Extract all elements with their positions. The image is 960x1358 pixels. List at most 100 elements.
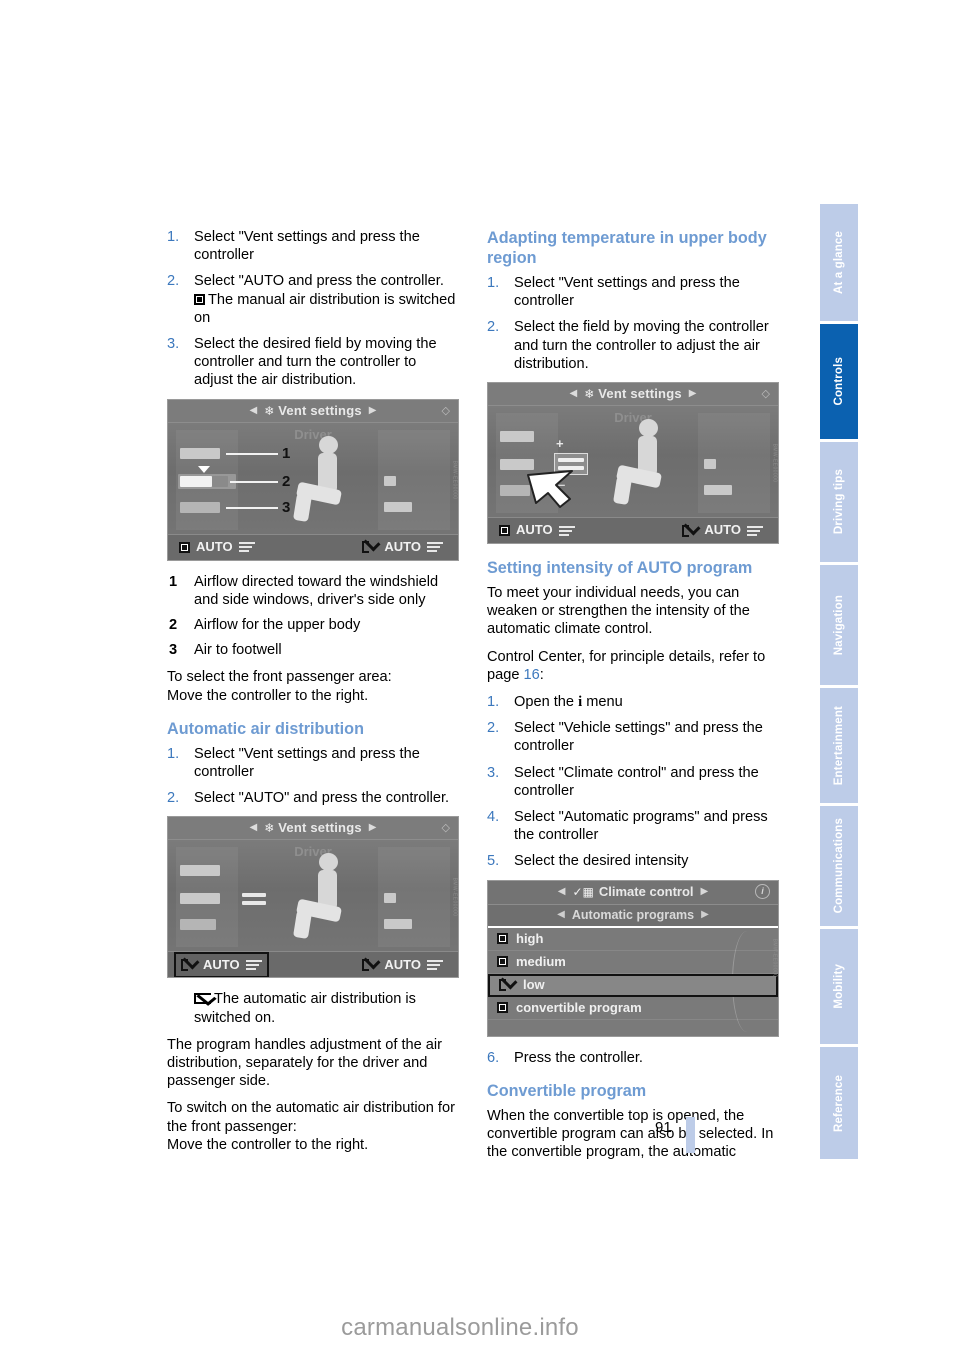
list-item: 2. Select "AUTO and press the controller… — [167, 272, 459, 327]
sidebar-item-entertainment[interactable]: Entertainment — [820, 688, 858, 806]
sidebar-item-driving-tips[interactable]: Driving tips — [820, 442, 858, 565]
checkbox-checked-icon — [499, 979, 515, 992]
heading-adapting-temperature: Adapting temperature in upper body regio… — [487, 229, 767, 267]
paragraph-convertible: When the convertible top is opened, the … — [487, 1107, 774, 1161]
passenger-bar-2 — [384, 501, 412, 512]
legend-text: Airflow for the upper body — [194, 617, 361, 634]
seat-graphic — [292, 435, 363, 528]
step-number: 3. — [487, 764, 500, 781]
subheader-title: Automatic programs — [571, 908, 695, 923]
heading-setting-intensity: Setting intensity of AUTO program — [487, 559, 753, 578]
menu-item-low[interactable]: low — [488, 973, 778, 997]
menu-item-high[interactable]: high — [488, 928, 778, 951]
left-arrow-icon: ◀ — [249, 404, 258, 416]
climate-header: ◀ ✓▦ Climate control ▶ i — [488, 880, 778, 905]
display-climate-control-menu: ◀ ✓▦ Climate control ▶ i ◀ Automatic pro… — [487, 879, 779, 1037]
callout-line-3 — [226, 506, 278, 509]
callout-line-1 — [226, 452, 278, 455]
airflow-legend: 1 Airflow directed toward the windshield… — [167, 573, 459, 660]
seat-graphic — [292, 853, 363, 945]
fan-icon: ❄ — [264, 403, 275, 418]
auto-toggle-passenger[interactable]: AUTO — [357, 954, 448, 976]
distribution-lines-icon — [245, 959, 262, 970]
step-text: Press the controller. — [514, 1049, 643, 1066]
list-item: 1 Airflow directed toward the windshield… — [167, 573, 459, 609]
sidebar-item-navigation[interactable]: Navigation — [820, 565, 858, 688]
step-number: 2. — [167, 273, 180, 290]
list-item: 1. Select "Vent settings and press the c… — [167, 228, 459, 264]
auto-toggle-driver[interactable]: AUTO — [494, 519, 580, 541]
sidebar-item-reference[interactable]: Reference — [820, 1047, 858, 1159]
auto-label: AUTO — [196, 539, 233, 555]
step-number: 1. — [167, 229, 180, 245]
page-number: 91 — [655, 1119, 672, 1136]
vent-bar-1 — [180, 865, 220, 877]
steps-automatic-air-distribution: 1. Select "Vent settings and press the c… — [167, 745, 459, 808]
step-text: Select "Vent settings and press the cont… — [194, 229, 420, 264]
step-text: Select the field by moving the controlle… — [514, 319, 769, 372]
left-arrow-icon: ◀ — [249, 822, 258, 834]
tab-label: Communications — [833, 818, 845, 914]
checkbox-empty-icon — [497, 956, 508, 968]
distribution-lines-icon — [558, 525, 575, 536]
plus-label: + — [556, 436, 564, 452]
legend-number: 2 — [169, 617, 178, 634]
list-item: 5. Select the desired intensity — [487, 852, 779, 870]
auto-toggle-passenger[interactable]: AUTO — [677, 519, 768, 541]
step-text: Select the desired field by moving the c… — [194, 336, 437, 389]
page-number-marker — [686, 1117, 695, 1153]
screen-titlebar: ◀ ❄ Vent settings ▶ ◇ — [488, 383, 778, 407]
equal-line-top — [242, 893, 266, 898]
left-arrow-icon: ◀ — [557, 886, 566, 898]
steps-intensity: 1. Open the i menu 2. Select "Vehicle se… — [487, 693, 779, 871]
vent-bar-2 — [180, 475, 212, 487]
right-arrow-icon: ▶ — [368, 404, 377, 416]
checkbox-checked-icon — [181, 958, 197, 971]
step-text: Open the i menu — [514, 694, 623, 711]
callout-3: 3 — [282, 498, 291, 516]
display-vent-settings-manual: ◀ ❄ Vent settings ▶ ◇ Driver 1 2 3 AUTO … — [167, 398, 459, 561]
list-item: 1. Select "Vent settings and press the c… — [487, 274, 779, 310]
menu-item-label: high — [516, 930, 544, 946]
sidebar-item-at-a-glance[interactable]: At a glance — [820, 204, 858, 324]
sidebar-item-communications[interactable]: Communications — [820, 806, 858, 929]
auto-label: AUTO — [384, 956, 421, 972]
site-watermark: carmanualsonline.info — [341, 1314, 579, 1341]
legend-number: 3 — [169, 642, 178, 659]
menu-item-convertible-program[interactable]: convertible program — [488, 997, 778, 1020]
auto-toggle-driver[interactable]: AUTO — [174, 536, 260, 558]
info-icon[interactable]: i — [755, 883, 770, 899]
step-number: 6. — [487, 1049, 500, 1066]
distribution-lines-icon — [238, 542, 255, 553]
checkbox-empty-icon — [497, 933, 508, 945]
step-number: 3. — [167, 336, 180, 353]
auto-toggle-driver[interactable]: AUTO — [174, 951, 269, 978]
step-number: 4. — [487, 809, 500, 826]
vent-bar-3 — [180, 501, 220, 513]
vent-bar-1 — [500, 431, 534, 443]
sidebar-item-mobility[interactable]: Mobility — [820, 929, 858, 1047]
step-text: Select "Vent settings and press the cont… — [194, 745, 420, 781]
step-number: 1. — [487, 694, 500, 711]
vent-settings-screen: ◀ ❄ Vent settings ▶ ◇ Driver — [168, 817, 458, 978]
paragraph-program-handles: The program handles adjustment of the ai… — [167, 1036, 443, 1090]
legend-number: 1 — [169, 573, 178, 590]
heading-convertible-program: Convertible program — [487, 1081, 647, 1100]
chapter-tab-rail: At a glance Controls Driving tips Naviga… — [820, 204, 858, 1159]
list-item: 2. Select "AUTO" and press the controlle… — [167, 789, 459, 807]
sidebar-item-controls[interactable]: Controls — [820, 324, 858, 442]
auto-toggle-passenger[interactable]: AUTO — [357, 536, 448, 558]
auto-label: AUTO — [704, 522, 741, 538]
step-text: Select "Automatic programs" and press th… — [514, 809, 768, 844]
step-number: 1. — [167, 745, 180, 762]
menu-item-medium[interactable]: medium — [488, 951, 778, 974]
legend-text: Airflow directed toward the windshield a… — [194, 573, 439, 608]
equal-line-bottom — [242, 901, 266, 906]
auto-label: AUTO — [516, 522, 553, 538]
passenger-bar-1 — [384, 893, 396, 904]
screen-title: Vent settings — [278, 402, 362, 418]
distribution-lines-icon — [427, 959, 443, 970]
heading-automatic-air-distribution: Automatic air distribution — [167, 719, 364, 738]
page-reference[interactable]: 16 — [524, 667, 540, 683]
list-item: 1. Open the i menu — [487, 693, 779, 711]
